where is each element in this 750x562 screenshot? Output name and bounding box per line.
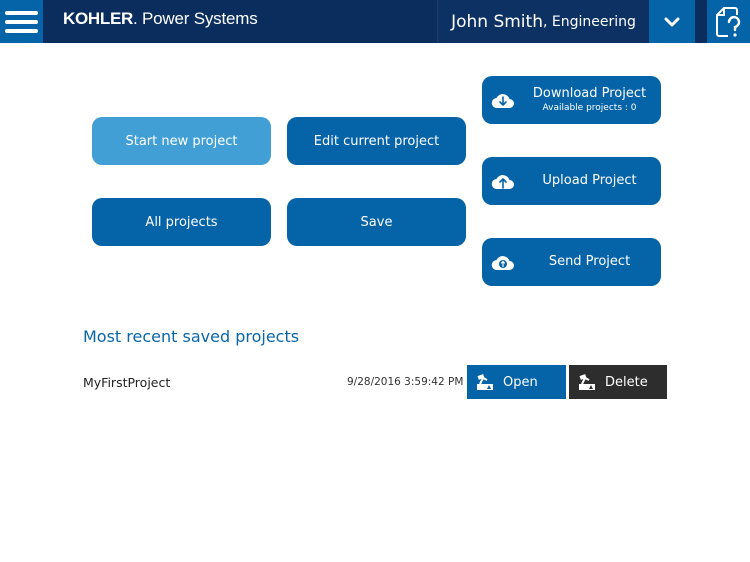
- brand-division: . Power Systems: [132, 9, 258, 28]
- help-document-icon: [715, 6, 740, 37]
- save-button[interactable]: Save: [287, 198, 466, 246]
- generator-open-icon: [477, 374, 493, 390]
- user-name: John Smith: [451, 11, 543, 32]
- chevron-down-icon: [664, 17, 680, 26]
- delete-label: Delete: [605, 374, 648, 390]
- delete-project-button[interactable]: Delete: [569, 365, 667, 399]
- help-button[interactable]: [707, 0, 750, 43]
- download-project-label: Download Project: [532, 86, 647, 101]
- user-department: , Engineering: [542, 13, 636, 30]
- all-projects-label: All projects: [145, 214, 218, 230]
- user-profile[interactable]: John Smith, Engineering: [437, 0, 649, 43]
- send-project-button[interactable]: Send Project: [482, 238, 661, 286]
- available-projects-count: Available projects : 0: [542, 103, 637, 113]
- start-new-project-button[interactable]: Start new project: [92, 117, 271, 165]
- upload-project-text: Upload Project: [482, 173, 661, 189]
- project-saved-date: 9/28/2016 3:59:42 PM: [347, 376, 464, 388]
- save-label: Save: [360, 214, 393, 230]
- edit-current-project-label: Edit current project: [313, 133, 440, 149]
- edit-current-project-button[interactable]: Edit current project: [287, 117, 466, 165]
- start-new-project-label: Start new project: [125, 133, 238, 149]
- send-project-text: Send Project: [482, 254, 661, 270]
- brand-logo: KOHLER. Power Systems: [63, 9, 258, 29]
- hamburger-menu-icon[interactable]: [0, 0, 43, 43]
- download-project-button[interactable]: Download Project Available projects : 0: [482, 76, 661, 124]
- download-project-text: Download Project Available projects : 0: [482, 86, 661, 114]
- brand-name: KOHLER: [63, 9, 133, 28]
- generator-delete-icon: [579, 374, 595, 390]
- user-dropdown-button[interactable]: [649, 0, 695, 43]
- open-label: Open: [503, 374, 538, 390]
- all-projects-button[interactable]: All projects: [92, 198, 271, 246]
- upload-project-label: Upload Project: [542, 173, 637, 188]
- project-name: MyFirstProject: [83, 375, 171, 390]
- upload-project-button[interactable]: Upload Project: [482, 157, 661, 205]
- recent-projects-heading: Most recent saved projects: [83, 327, 300, 346]
- menu-bar: [5, 19, 38, 24]
- menu-bar: [5, 10, 38, 15]
- open-project-button[interactable]: Open: [467, 365, 566, 399]
- send-project-label: Send Project: [548, 254, 631, 269]
- app-header: KOHLER. Power Systems John Smith, Engine…: [0, 0, 750, 43]
- menu-bar: [5, 28, 38, 33]
